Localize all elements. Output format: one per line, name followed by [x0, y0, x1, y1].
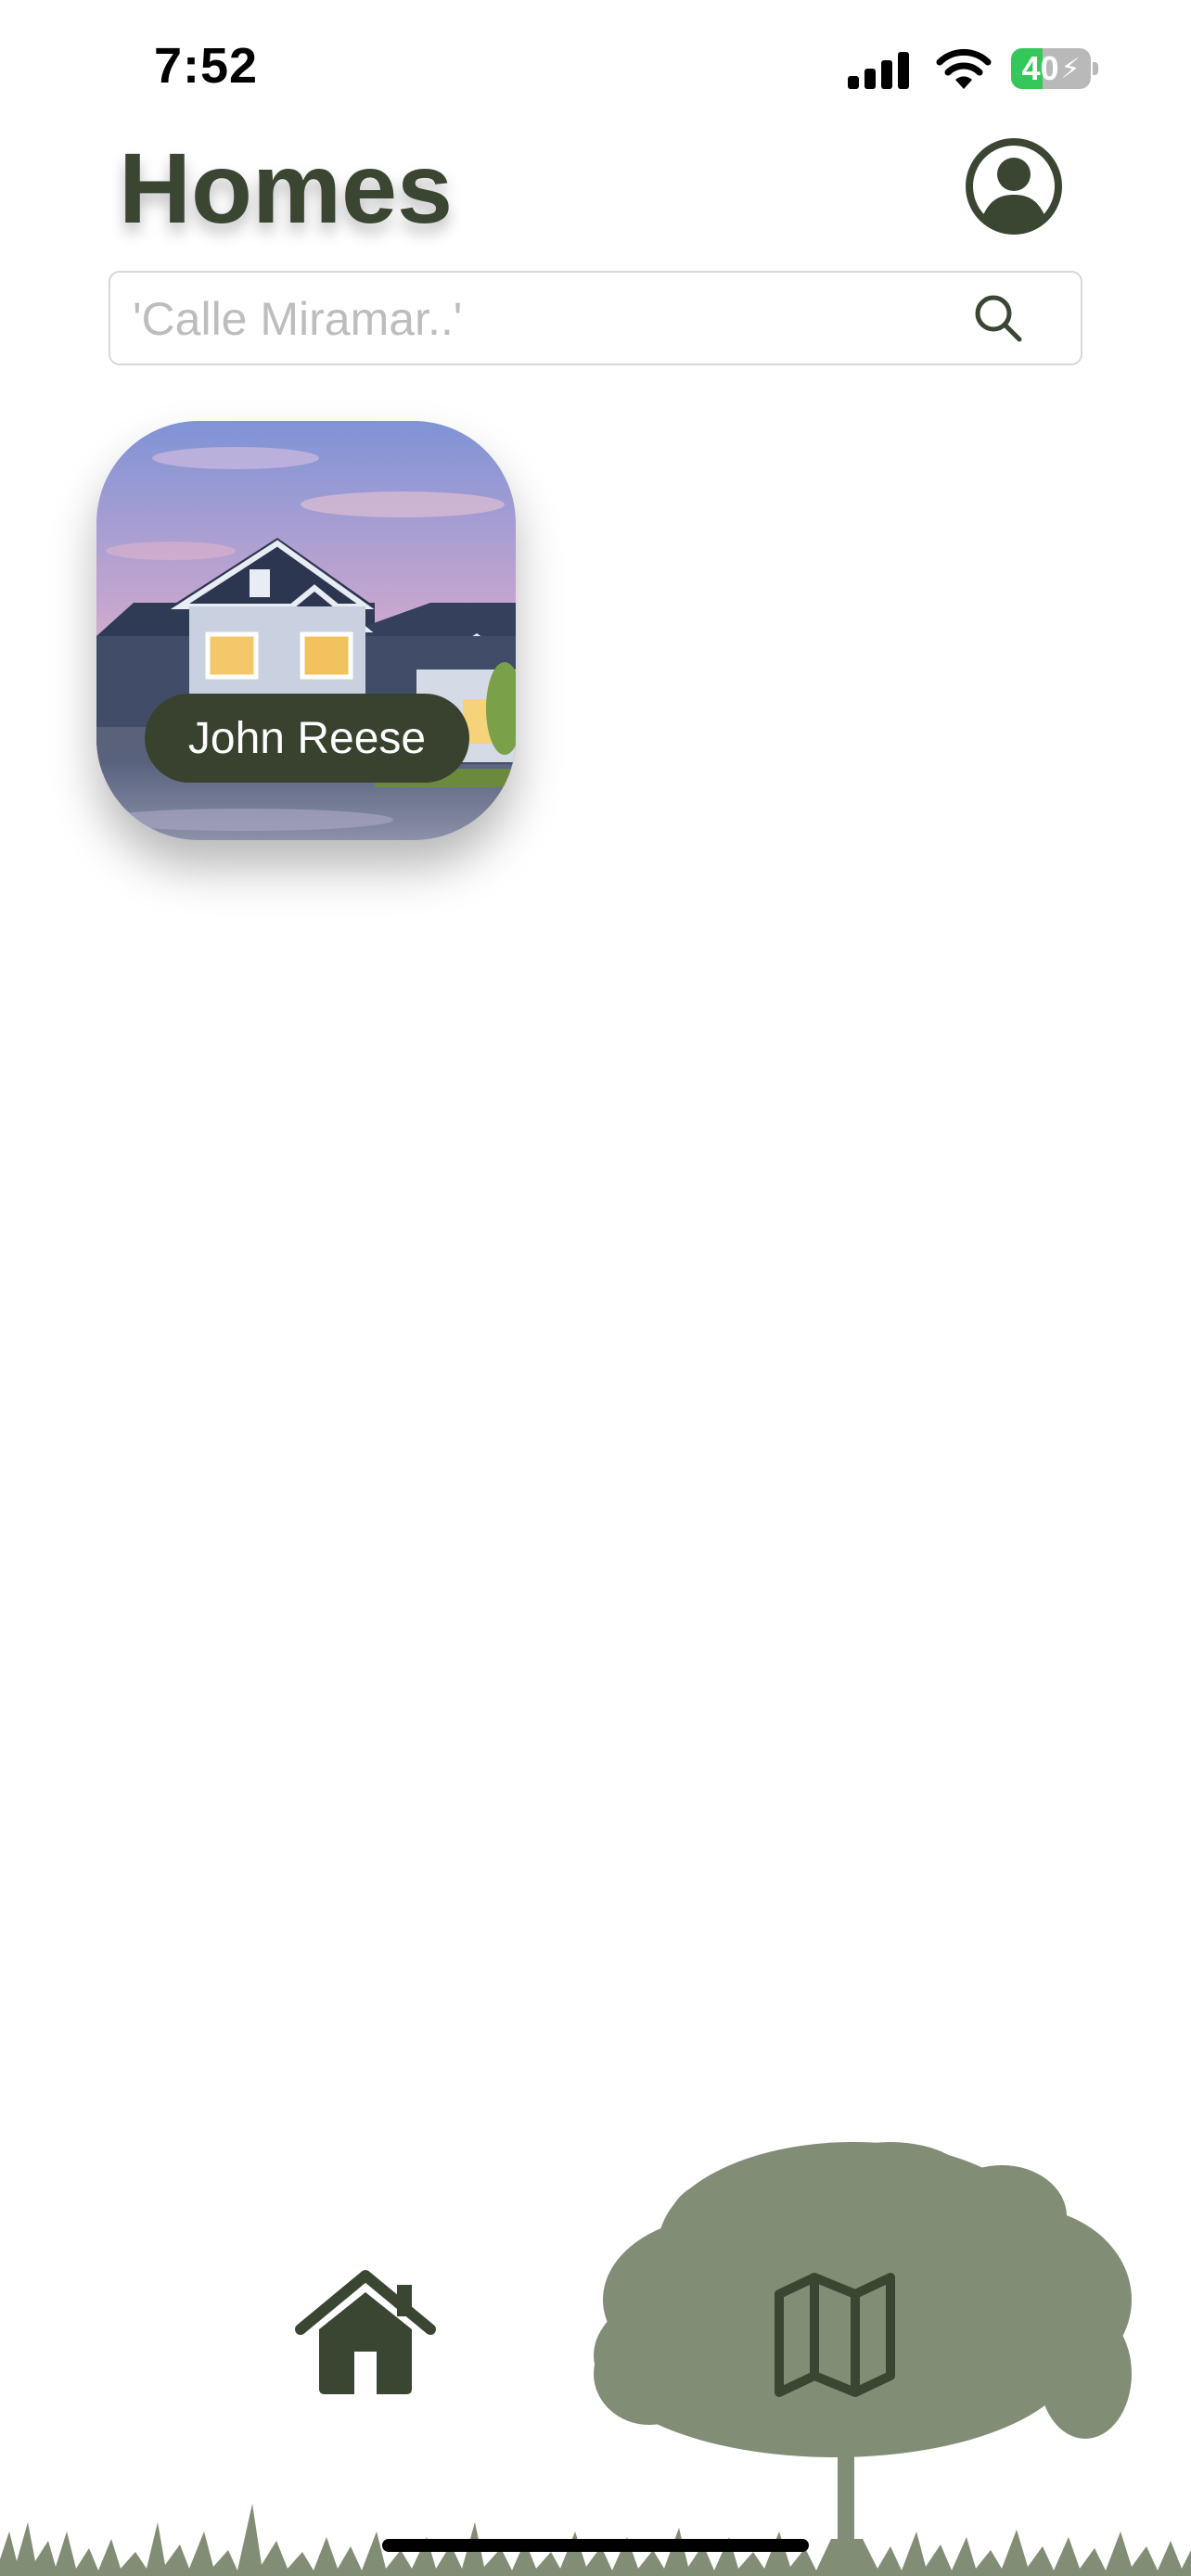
- battery-percent: 40: [1021, 49, 1059, 87]
- home-indicator[interactable]: [382, 2539, 809, 2552]
- search-input[interactable]: [131, 273, 969, 365]
- home-card[interactable]: John Reese: [96, 421, 516, 840]
- person-circle-icon: [966, 138, 1062, 235]
- battery-icon: 40 ⚡: [1011, 48, 1091, 89]
- cellular-signal-icon: [848, 52, 909, 89]
- page-title: Homes: [119, 132, 454, 244]
- wifi-icon: [936, 48, 992, 89]
- charging-bolt-icon: ⚡: [1060, 53, 1081, 84]
- tab-map[interactable]: [772, 2270, 898, 2400]
- map-icon: [775, 2273, 895, 2397]
- tree-landscape-illustration: [0, 2142, 1191, 2576]
- search-bar: [109, 271, 1082, 365]
- tab-home[interactable]: [295, 2270, 436, 2400]
- home-owner-label: John Reese: [145, 694, 469, 783]
- search-icon[interactable]: [973, 293, 1023, 343]
- profile-button[interactable]: [965, 137, 1063, 236]
- battery-cap: [1093, 62, 1098, 75]
- house-icon: [295, 2270, 436, 2394]
- status-time: 7:52: [154, 38, 259, 94]
